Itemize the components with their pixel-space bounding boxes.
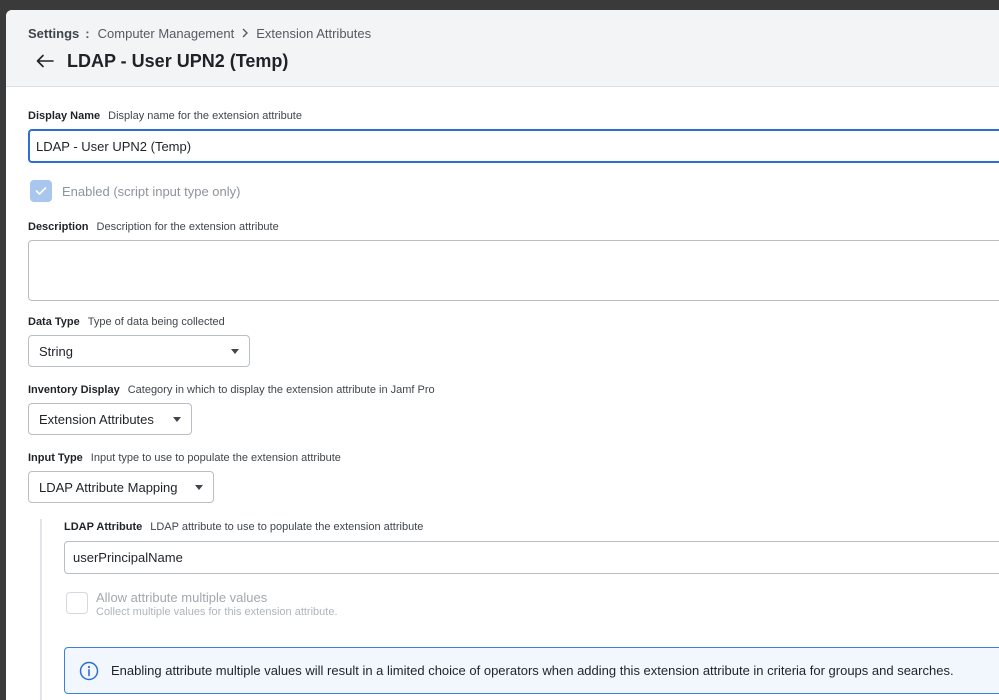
data-type-label-row: Data Type Type of data being collected xyxy=(28,316,225,328)
page-title: LDAP - User UPN2 (Temp) xyxy=(67,50,289,71)
page-header: Settings : Computer Management Extension… xyxy=(6,10,999,87)
multiple-values-label: Allow attribute multiple values xyxy=(96,590,268,605)
inventory-display-select[interactable]: Extension Attributes xyxy=(28,403,192,435)
nested-section-indicator xyxy=(40,519,42,700)
breadcrumb: Settings : Computer Management Extension… xyxy=(28,26,371,41)
inventory-display-value: Extension Attributes xyxy=(39,411,154,427)
checkmark-icon xyxy=(35,187,47,195)
description-label: Description xyxy=(28,221,89,233)
display-name-label-row: Display Name Display name for the extens… xyxy=(28,110,302,122)
input-type-help: Input type to use to populate the extens… xyxy=(90,452,341,464)
ldap-attribute-label: LDAP Attribute xyxy=(64,521,143,533)
inventory-display-help: Category in which to display the extensi… xyxy=(127,384,435,396)
enabled-checkbox-row: Enabled (script input type only) xyxy=(30,180,240,202)
ldap-attribute-input[interactable] xyxy=(64,541,999,574)
input-type-label: Input Type xyxy=(28,452,83,464)
display-name-input[interactable] xyxy=(28,129,999,163)
info-message-box: Enabling attribute multiple values will … xyxy=(64,647,999,694)
settings-panel: Settings : Computer Management Extension… xyxy=(6,10,999,700)
multiple-values-sublabel: Collect multiple values for this extensi… xyxy=(96,606,338,618)
window-top-bar xyxy=(0,0,999,10)
input-type-select[interactable]: LDAP Attribute Mapping xyxy=(28,471,214,503)
data-type-label: Data Type xyxy=(28,316,80,328)
caret-down-icon xyxy=(195,484,203,490)
chevron-right-icon xyxy=(241,26,249,41)
caret-down-icon xyxy=(231,348,239,354)
inventory-display-label: Inventory Display xyxy=(28,384,120,396)
inventory-display-label-row: Inventory Display Category in which to d… xyxy=(28,384,435,396)
title-row: LDAP - User UPN2 (Temp) xyxy=(34,50,288,72)
info-circle-icon xyxy=(79,661,99,681)
display-name-help: Display name for the extension attribute xyxy=(108,110,302,122)
ldap-attribute-label-row: LDAP Attribute LDAP attribute to use to … xyxy=(64,521,423,533)
breadcrumb-item-computer-management[interactable]: Computer Management xyxy=(98,26,235,41)
input-type-label-row: Input Type Input type to use to populate… xyxy=(28,452,341,464)
caret-down-icon xyxy=(173,416,181,422)
multiple-values-checkbox[interactable] xyxy=(66,592,88,614)
breadcrumb-root[interactable]: Settings xyxy=(28,26,79,41)
input-type-value: LDAP Attribute Mapping xyxy=(39,479,178,495)
breadcrumb-colon: : xyxy=(85,26,90,41)
display-name-label: Display Name xyxy=(28,110,101,122)
enabled-checkbox[interactable] xyxy=(30,180,52,202)
enabled-label: Enabled (script input type only) xyxy=(62,183,241,199)
breadcrumb-item-extension-attributes[interactable]: Extension Attributes xyxy=(256,26,371,41)
description-label-row: Description Description for the extensio… xyxy=(28,221,279,233)
data-type-select[interactable]: String xyxy=(28,335,250,367)
data-type-help: Type of data being collected xyxy=(87,316,225,328)
description-help: Description for the extension attribute xyxy=(96,221,279,233)
ldap-attribute-help: LDAP attribute to use to populate the ex… xyxy=(150,521,424,533)
description-textarea[interactable] xyxy=(28,240,999,301)
data-type-value: String xyxy=(39,343,73,359)
arrow-left-icon[interactable] xyxy=(34,50,56,72)
info-message-text: Enabling attribute multiple values will … xyxy=(111,663,954,678)
